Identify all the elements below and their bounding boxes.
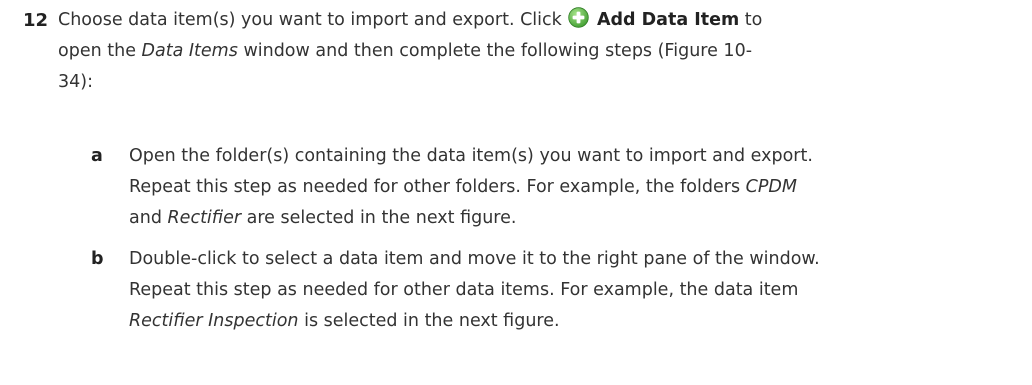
substep-a-line-1: Open the folder(s) containing the data i… [129,146,813,166]
substep-a: a Open the folder(s) containing the data… [91,141,1021,234]
substep-letter: b [91,249,104,269]
add-plus-circle-icon [568,7,590,28]
substep-b-line-2: Repeat this step as needed for other dat… [129,280,799,300]
substep-b-tail: is selected in the next figure. [304,311,560,331]
step-text-window: window and then complete the following s… [243,41,753,61]
substep-b-line-1: Double-click to select a data item and m… [129,249,820,269]
add-data-item-label: Add Data Item [596,10,740,30]
substep-b: b Double-click to select a data item and… [91,244,1021,337]
folder-cpdm: CPDM [745,177,797,197]
substep-a-connector: and [129,208,162,228]
substep-text: Double-click to select a data item and m… [129,244,1019,337]
document-page: 12 Choose data item(s) you want to impor… [0,0,1032,385]
folder-rectifier: Rectifier [167,208,242,228]
substep-letter: a [91,146,103,166]
step-line-3: 34): [58,67,1008,98]
step-text-to: to [744,10,763,30]
window-name: Data Items [141,41,238,61]
substep-a-tail: are selected in the next figure. [246,208,517,228]
substep-a-line-2: Repeat this step as needed for other fol… [129,172,1019,203]
step-text-open: open the [58,41,136,61]
step-number: 12 [22,10,48,31]
step-text-figure-ref: 34): [58,72,93,92]
substep-a-line-3: and Rectifier are selected in the next f… [129,203,1019,234]
step-text-intro: Choose data item(s) you want to import a… [58,10,562,30]
data-item-rectifier-inspection: Rectifier Inspection [129,311,299,331]
step-line-2: open the Data Items window and then comp… [58,36,1008,67]
substep-b-line-3: Rectifier Inspection is selected in the … [129,306,1019,337]
substep-text: Open the folder(s) containing the data i… [129,141,1019,234]
step-body: Choose data item(s) you want to import a… [58,5,1008,98]
substep-a-text: Repeat this step as needed for other fol… [129,177,741,197]
step-line-1: Choose data item(s) you want to import a… [58,5,1008,36]
substep-list: a Open the folder(s) containing the data… [91,141,1021,347]
